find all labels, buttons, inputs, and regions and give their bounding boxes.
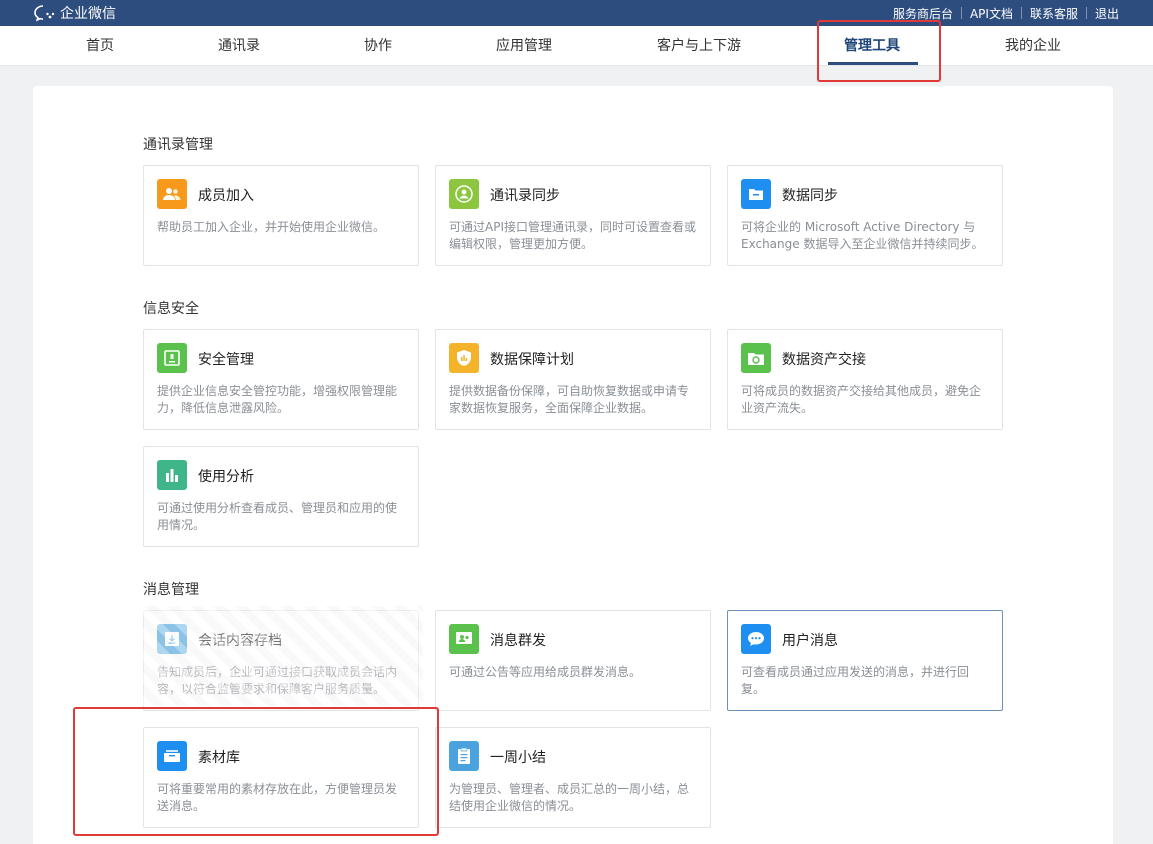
card-description: 可将重要常用的素材存放在此，方便管理员发送消息。: [157, 782, 398, 813]
card-description: 可将成员的数据资产交接给其他成员，避免企业资产流失。: [741, 384, 982, 415]
weekly-summary-icon: [449, 741, 479, 771]
card-title: 安全管理: [198, 352, 254, 368]
main-nav: 首页 通讯录 协作 应用管理 客户与上下游 管理工具 我的企业: [0, 26, 1153, 66]
card-data-sync[interactable]: 数据同步 可将企业的 Microsoft Active Directory 与 …: [727, 165, 1003, 266]
card-title: 消息群发: [490, 633, 546, 649]
card-description: 可查看成员通过应用发送的消息，并进行回复。: [741, 665, 970, 696]
brand[interactable]: 企业微信: [34, 3, 116, 23]
security-icon: [157, 343, 187, 373]
card-chat-archive[interactable]: 会话内容存档 告知成员后，企业可通过接口获取成员会话内容，以符合监管要求和保障客…: [143, 610, 419, 711]
card-title: 用户消息: [782, 633, 838, 649]
card-description: 可通过API接口管理通讯录，同时可设置查看或编辑权限，管理更加方便。: [449, 220, 696, 251]
active-tab-indicator: [828, 62, 918, 65]
card-title: 会话内容存档: [198, 633, 282, 649]
mass-message-icon: [449, 624, 479, 654]
user-message-icon: [741, 624, 771, 654]
section-title-contacts: 通讯录管理: [143, 137, 213, 153]
card-user-message[interactable]: 用户消息 可查看成员通过应用发送的消息，并进行回复。: [727, 610, 1003, 711]
contact-support-link[interactable]: 联系客服: [1030, 5, 1078, 22]
card-title: 素材库: [198, 750, 240, 766]
top-bar: 企业微信 服务商后台 API文档 联系客服 退出: [0, 0, 1153, 26]
service-provider-link[interactable]: 服务商后台: [893, 5, 953, 22]
card-description: 提供数据备份保障，可自助恢复数据或申请专家数据恢复服务，全面保障企业数据。: [449, 384, 690, 415]
top-links: 服务商后台 API文档 联系客服 退出: [893, 5, 1119, 22]
tab-app-management[interactable]: 应用管理: [488, 26, 560, 66]
card-description: 帮助员工加入企业，并开始使用企业微信。: [157, 220, 386, 234]
card-security-management[interactable]: 安全管理 提供企业信息安全管控功能，增强权限管理能力，降低信息泄露风险。: [143, 329, 419, 430]
card-title: 数据同步: [782, 188, 838, 204]
usage-analysis-icon: [157, 460, 187, 490]
section-title-security: 信息安全: [143, 301, 199, 317]
tab-customers[interactable]: 客户与上下游: [648, 26, 750, 66]
member-join-icon: [157, 179, 187, 209]
data-sync-icon: [741, 179, 771, 209]
data-protection-icon: [449, 343, 479, 373]
card-title: 通讯录同步: [490, 188, 560, 204]
contact-sync-icon: [449, 179, 479, 209]
card-material-library[interactable]: 素材库 可将重要常用的素材存放在此，方便管理员发送消息。: [143, 727, 419, 828]
brand-name: 企业微信: [60, 6, 116, 22]
card-description: 为管理员、管理者、成员汇总的一周小结，总结使用企业微信的情况。: [449, 782, 690, 813]
divider: [1020, 7, 1022, 19]
material-library-icon: [157, 741, 187, 771]
card-description: 可将企业的 Microsoft Active Directory 与 Excha…: [741, 220, 984, 251]
card-usage-analysis[interactable]: 使用分析 可通过使用分析查看成员、管理员和应用的使用情况。: [143, 446, 419, 547]
card-mass-message[interactable]: 消息群发 可通过公告等应用给成员群发消息。: [435, 610, 711, 711]
card-member-join[interactable]: 成员加入 帮助员工加入企业，并开始使用企业微信。: [143, 165, 419, 266]
card-title: 成员加入: [198, 188, 254, 204]
card-contact-sync[interactable]: 通讯录同步 可通过API接口管理通讯录，同时可设置查看或编辑权限，管理更加方便。: [435, 165, 711, 266]
card-asset-handover[interactable]: 数据资产交接 可将成员的数据资产交接给其他成员，避免企业资产流失。: [727, 329, 1003, 430]
logout-link[interactable]: 退出: [1095, 5, 1119, 22]
card-description: 可通过公告等应用给成员群发消息。: [449, 665, 642, 679]
divider: [1085, 7, 1087, 19]
card-weekly-summary[interactable]: 一周小结 为管理员、管理者、成员汇总的一周小结，总结使用企业微信的情况。: [435, 727, 711, 828]
card-title: 数据保障计划: [490, 352, 574, 368]
wecom-logo-icon: [34, 5, 55, 22]
tab-collaboration[interactable]: 协作: [352, 26, 404, 66]
archive-icon: [157, 624, 187, 654]
tab-management-tools[interactable]: 管理工具: [836, 26, 908, 66]
card-description: 告知成员后，企业可通过接口获取成员会话内容，以符合监管要求和保障客户服务质量。: [157, 665, 398, 696]
card-title: 使用分析: [198, 469, 254, 485]
tab-my-enterprise[interactable]: 我的企业: [997, 26, 1069, 66]
api-docs-link[interactable]: API文档: [970, 5, 1013, 22]
card-data-protection[interactable]: 数据保障计划 提供数据备份保障，可自助恢复数据或申请专家数据恢复服务，全面保障企…: [435, 329, 711, 430]
card-title: 数据资产交接: [782, 352, 866, 368]
asset-handover-icon: [741, 343, 771, 373]
tab-home[interactable]: 首页: [70, 26, 130, 66]
card-description: 可通过使用分析查看成员、管理员和应用的使用情况。: [157, 501, 398, 532]
section-title-messages: 消息管理: [143, 582, 199, 598]
card-description: 提供企业信息安全管控功能，增强权限管理能力，降低信息泄露风险。: [157, 384, 398, 415]
card-title: 一周小结: [490, 750, 546, 766]
tab-contacts[interactable]: 通讯录: [208, 26, 270, 66]
divider: [960, 7, 962, 19]
